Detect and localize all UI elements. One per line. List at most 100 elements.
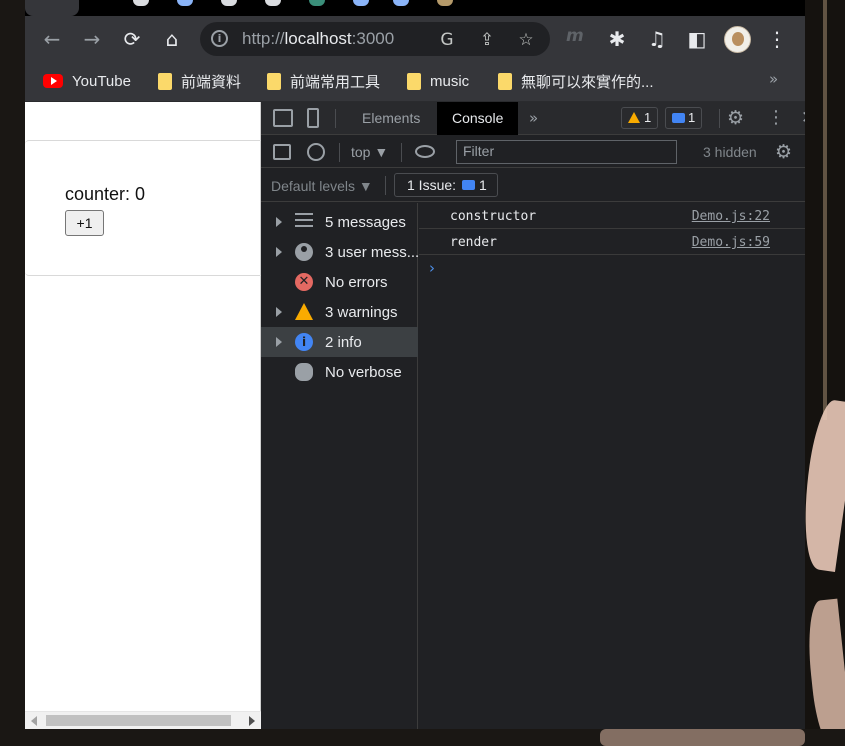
active-tab[interactable] (25, 0, 79, 16)
device-toolbar-icon[interactable] (307, 108, 319, 128)
bookmark-star-icon[interactable]: ☆ (515, 29, 537, 51)
sidebar-item-info[interactable]: i 2 info (261, 327, 418, 357)
devtools-panel: Elements Console » 1 1 ⚙ ⋮ ✕ top ▼ Filte… (261, 102, 805, 729)
live-expression-eye-icon[interactable] (415, 145, 435, 158)
address-bar[interactable]: i http://localhost:3000 G ⇪ ☆ (200, 22, 550, 56)
scroll-right-arrow-icon[interactable] (249, 716, 255, 726)
console-prompt-chevron-icon[interactable]: › (429, 259, 435, 277)
tab-favicon[interactable] (221, 0, 237, 6)
sidebar-item-messages[interactable]: 5 messages (261, 207, 418, 237)
inspect-element-icon[interactable] (273, 109, 293, 127)
back-button[interactable]: ← (39, 26, 65, 52)
more-bookmarks-chevron-icon[interactable]: » (769, 70, 778, 88)
reload-button[interactable]: ⟳ (119, 26, 145, 52)
sidebar-toggle-icon[interactable] (273, 144, 291, 160)
side-panel-icon[interactable]: ◧ (684, 26, 710, 52)
horizontal-scrollbar[interactable] (25, 711, 261, 729)
context-selector[interactable]: top ▼ (351, 144, 388, 160)
tab-favicon[interactable] (133, 0, 149, 6)
decor-leaf (600, 729, 805, 746)
console-settings-gear-icon[interactable]: ⚙ (775, 141, 792, 163)
issues-button[interactable]: 1 Issue: 1 (394, 173, 498, 197)
extension-m-icon[interactable]: m (566, 26, 584, 46)
hidden-messages-count: 3 hidden (703, 144, 757, 160)
tab-favicon[interactable] (437, 0, 453, 6)
desktop-background-bottom (0, 729, 845, 746)
error-icon: ✕ (295, 273, 313, 291)
site-info-icon[interactable]: i (211, 30, 228, 47)
media-control-icon[interactable]: ♫ (644, 26, 670, 52)
counter-text: counter: 0 (65, 184, 146, 204)
devtools-tabbar: Elements Console » 1 1 ⚙ ⋮ ✕ (261, 102, 805, 135)
browser-window: ← → ⟳ ⌂ i http://localhost:3000 G ⇪ ☆ m … (25, 0, 805, 729)
profile-avatar[interactable] (724, 26, 751, 53)
forward-button[interactable]: → (79, 26, 105, 52)
bookmark-youtube[interactable]: YouTube (43, 70, 131, 92)
sidebar-item-errors[interactable]: ✕ No errors (261, 267, 418, 297)
translate-icon[interactable]: G (436, 29, 458, 51)
tab-console[interactable]: Console (437, 102, 519, 135)
app-container (25, 140, 261, 276)
warnings-badge[interactable]: 1 (621, 107, 659, 129)
browser-menu-icon[interactable]: ⋮ (764, 26, 790, 52)
console-sidebar: 5 messages 3 user mess... ✕ No errors 3 … (261, 203, 420, 729)
clear-console-icon[interactable] (307, 143, 325, 161)
tab-favicon[interactable] (393, 0, 409, 6)
youtube-icon (43, 74, 63, 88)
console-output: constructor Demo.js:22 render Demo.js:59… (419, 203, 805, 729)
warning-icon (295, 303, 313, 320)
tab-favicon[interactable] (265, 0, 281, 6)
log-levels-dropdown[interactable]: Default levels ▼ (271, 178, 373, 194)
decor-rope (823, 0, 827, 420)
expand-caret-icon[interactable] (276, 337, 282, 347)
sidebar-item-label: 2 info (325, 334, 362, 351)
tab-strip (25, 0, 805, 16)
desktop-background (795, 0, 845, 746)
devtools-menu-icon[interactable]: ⋮ (767, 107, 785, 128)
tab-favicon[interactable] (309, 0, 325, 6)
bookmark-label: YouTube (72, 72, 131, 90)
sidebar-item-verbose[interactable]: No verbose (261, 357, 418, 387)
share-icon[interactable]: ⇪ (476, 29, 498, 51)
console-log-row: render Demo.js:59 (419, 229, 805, 255)
warning-icon (628, 112, 640, 123)
warnings-count: 1 (644, 110, 652, 125)
scrollbar-thumb[interactable] (46, 715, 231, 726)
settings-gear-icon[interactable]: ⚙ (727, 107, 744, 129)
folder-icon (407, 72, 421, 90)
expand-caret-icon[interactable] (276, 247, 282, 257)
sidebar-item-label: No verbose (325, 364, 402, 381)
messages-count: 1 (688, 110, 696, 125)
tab-elements[interactable]: Elements (347, 102, 435, 135)
increment-button[interactable]: +1 (65, 210, 104, 236)
sidebar-item-warnings[interactable]: 3 warnings (261, 297, 418, 327)
close-devtools-icon[interactable]: ✕ (801, 108, 805, 128)
log-source-link[interactable]: Demo.js:59 (692, 235, 770, 250)
home-button[interactable]: ⌂ (159, 26, 185, 52)
extensions-puzzle-icon[interactable]: ✱ (604, 26, 630, 52)
bookmark-folder[interactable]: 前端資料 (158, 70, 241, 92)
separator (719, 109, 720, 128)
messages-badge[interactable]: 1 (665, 107, 703, 129)
tab-favicon[interactable] (353, 0, 369, 6)
page-viewport: counter: 0 +1 (25, 102, 261, 729)
more-tabs-chevron-icon[interactable]: » (529, 109, 538, 127)
scroll-left-arrow-icon[interactable] (31, 716, 37, 726)
browser-toolbar: ← → ⟳ ⌂ i http://localhost:3000 G ⇪ ☆ m … (25, 16, 805, 62)
separator (385, 176, 386, 195)
sidebar-item-user-messages[interactable]: 3 user mess... (261, 237, 420, 267)
expand-caret-icon[interactable] (276, 217, 282, 227)
tab-favicon[interactable] (177, 0, 193, 6)
log-source-link[interactable]: Demo.js:22 (692, 209, 770, 224)
sidebar-item-label: 3 user mess... (325, 244, 420, 261)
console-filter-input[interactable]: Filter (456, 140, 677, 164)
bookmark-folder[interactable]: 前端常用工具 (267, 70, 380, 92)
url-text[interactable]: http://localhost:3000 (242, 29, 394, 49)
bookmark-folder[interactable]: music (407, 70, 469, 92)
expand-caret-icon[interactable] (276, 307, 282, 317)
bookmark-folder[interactable]: 無聊可以來實作的... (498, 70, 654, 92)
log-message: constructor (450, 209, 537, 224)
sidebar-item-label: No errors (325, 274, 388, 291)
bookmark-label: 前端資料 (181, 73, 242, 91)
decor-leaf (803, 598, 845, 746)
